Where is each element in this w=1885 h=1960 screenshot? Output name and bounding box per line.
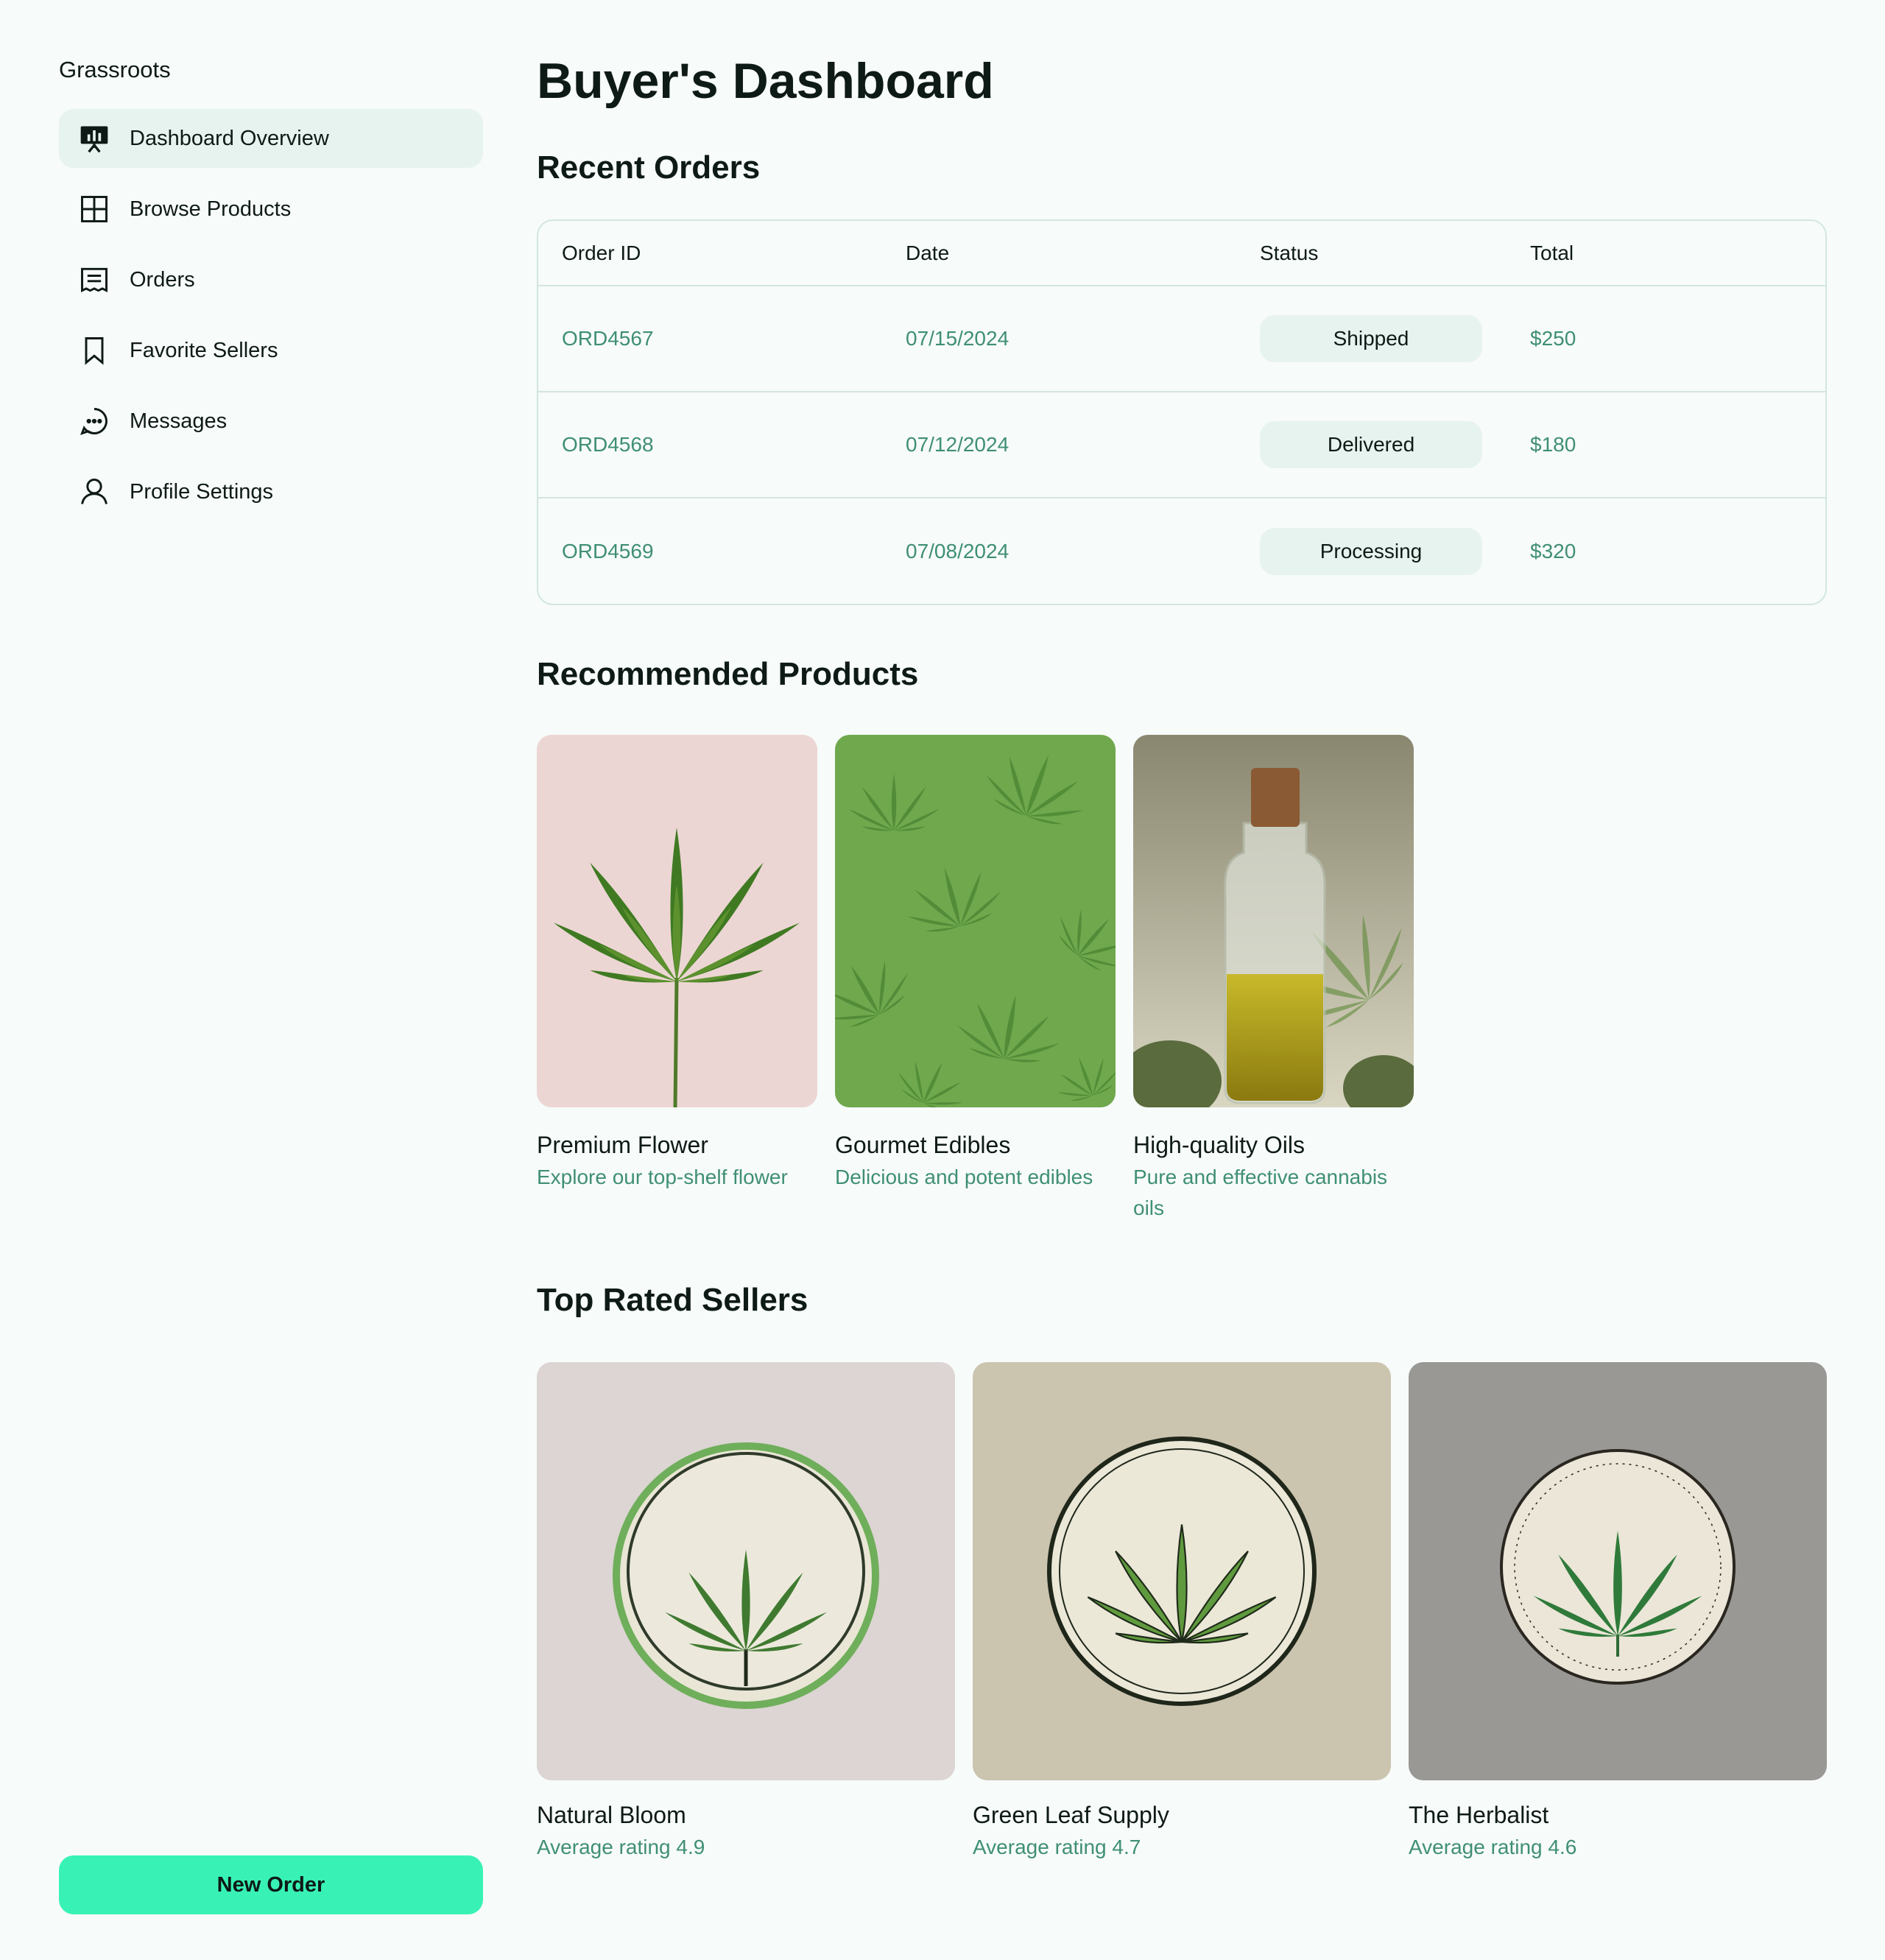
sidebar-item-profile-settings[interactable]: Profile Settings [59,462,483,521]
receipt-icon [77,262,112,297]
seller-card[interactable]: Natural Bloom Average rating 4.9 [537,1362,955,1863]
sidebar-item-dashboard-overview[interactable]: Dashboard Overview [59,109,483,168]
order-date: 07/12/2024 [882,392,1236,498]
seller-logo [973,1362,1391,1780]
sidebar-item-browse-products[interactable]: Browse Products [59,180,483,239]
grid-icon [77,191,112,227]
user-icon [77,474,112,510]
sidebar: Grassroots Dashboard Overview Browse Pro… [59,52,483,1914]
sidebar-nav: Dashboard Overview Browse Products Order… [59,109,483,521]
status-badge: Processing [1260,527,1482,575]
column-header: Date [882,221,1236,286]
order-total: $180 [1507,392,1825,498]
orders-table: Order ID Date Status Total ORD4567 07/15… [537,219,1827,605]
presentation-chart-icon [77,121,112,156]
product-image [835,735,1116,1107]
order-total: $320 [1530,539,1576,563]
new-order-button[interactable]: New Order [59,1855,483,1914]
sidebar-item-label: Messages [130,409,228,433]
product-name: Gourmet Edibles [835,1132,1011,1158]
order-total: $250 [1507,286,1825,392]
table-row[interactable]: ORD4568 07/12/2024 Delivered $180 [538,392,1825,498]
product-description: Delicious and potent edibles [835,1166,1093,1188]
product-image [537,735,817,1107]
product-description: Explore our top-shelf flower [537,1166,788,1188]
seller-name: Natural Bloom [537,1802,686,1828]
seller-rating: Average rating 4.6 [1409,1836,1577,1858]
order-id: ORD4567 [538,286,882,392]
order-id: ORD4568 [538,392,882,498]
seller-list: Natural Bloom Average rating 4.9 Green L… [537,1362,1827,1863]
table-header-row: Order ID Date Status Total [538,221,1825,286]
top-rated-sellers-title: Top Rated Sellers [537,1282,808,1318]
column-header: Status [1236,221,1507,286]
seller-card[interactable]: Green Leaf Supply Average rating 4.7 [973,1362,1391,1863]
column-header: Total [1507,221,1825,286]
page-title: Buyer's Dashboard [537,53,994,109]
sidebar-item-messages[interactable]: Messages [59,392,483,451]
status-badge: Shipped [1260,315,1482,362]
column-header: Order ID [538,221,882,286]
status-cell: Shipped [1236,286,1507,392]
seller-card[interactable]: The Herbalist Average rating 4.6 [1409,1362,1827,1863]
bookmark-icon [77,333,112,368]
seller-logo [537,1362,955,1780]
product-card[interactable]: Premium Flower Explore our top-shelf flo… [537,735,817,1224]
main-content: Buyer's Dashboard Recent Orders Order ID… [537,44,1827,1863]
seller-name: Green Leaf Supply [973,1802,1169,1828]
table-row[interactable]: ORD4567 07/15/2024 Shipped $250 [538,286,1825,392]
product-image [1133,735,1414,1107]
sidebar-item-label: Orders [130,267,195,292]
status-cell: Processing [1236,498,1507,604]
product-card[interactable]: Gourmet Edibles Delicious and potent edi… [835,735,1116,1224]
seller-rating: Average rating 4.7 [973,1836,1141,1858]
recommended-products-title: Recommended Products [537,656,919,692]
seller-name: The Herbalist [1409,1802,1549,1828]
seller-rating: Average rating 4.9 [537,1836,705,1858]
chat-bubble-icon [77,403,112,439]
sidebar-item-label: Profile Settings [130,479,274,504]
sidebar-item-label: Dashboard Overview [130,126,329,150]
product-card[interactable]: High-quality Oils Pure and effective can… [1133,735,1414,1224]
order-date: 07/08/2024 [906,539,1010,563]
sidebar-item-orders[interactable]: Orders [59,250,483,309]
recent-orders-title: Recent Orders [537,149,761,186]
product-name: Premium Flower [537,1132,708,1158]
sidebar-item-favorite-sellers[interactable]: Favorite Sellers [59,321,483,380]
product-list: Premium Flower Explore our top-shelf flo… [537,735,1827,1224]
sidebar-item-label: Favorite Sellers [130,338,278,362]
seller-logo [1409,1362,1827,1780]
product-name: High-quality Oils [1133,1132,1305,1158]
brand-name: Grassroots [59,57,171,82]
order-id: ORD4569 [562,539,654,563]
table-row[interactable]: ORD4569 07/08/2024 Processing $320 [538,498,1825,604]
sidebar-item-label: Browse Products [130,197,292,221]
product-description: Pure and effective cannabis oils [1133,1166,1388,1219]
status-badge: Delivered [1260,421,1482,468]
order-date: 07/15/2024 [882,286,1236,392]
status-cell: Delivered [1236,392,1507,498]
